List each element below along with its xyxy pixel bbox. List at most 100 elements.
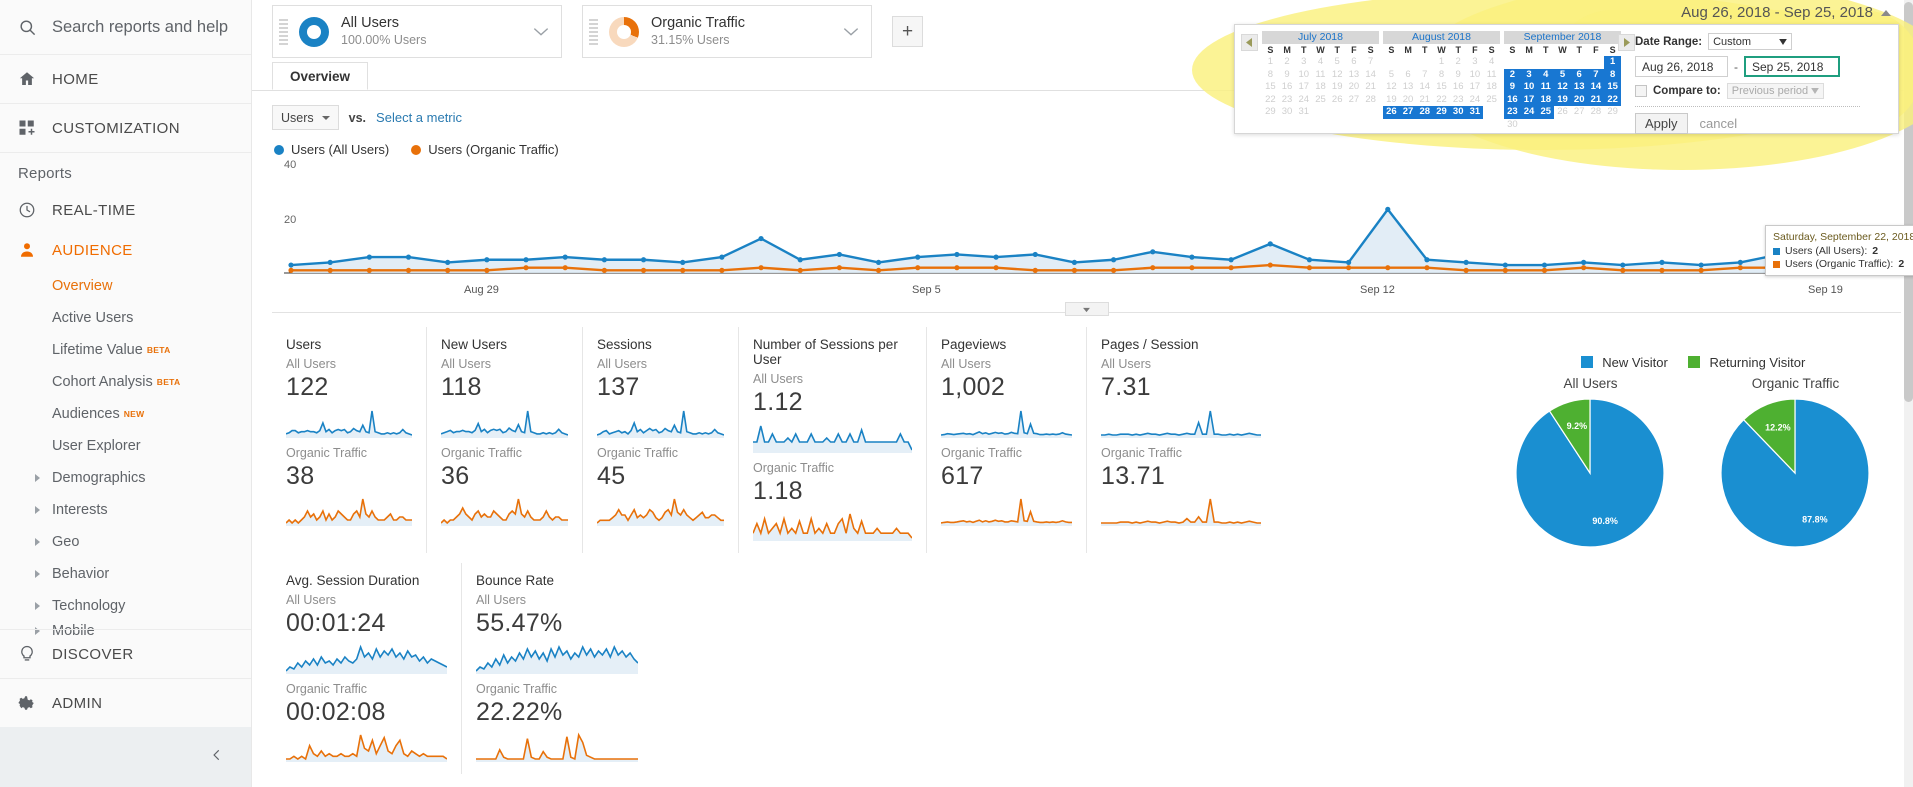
calendar-day[interactable]: 19 bbox=[1554, 93, 1571, 106]
end-date-input[interactable]: Sep 25, 2018 bbox=[1744, 56, 1840, 77]
calendar-day[interactable]: 25 bbox=[1483, 94, 1500, 107]
start-date-input[interactable]: Aug 26, 2018 bbox=[1635, 56, 1728, 77]
calendar-day[interactable]: 17 bbox=[1520, 93, 1538, 106]
sidebar-item-audience[interactable]: AUDIENCE bbox=[0, 230, 251, 270]
calendar-day[interactable]: 3 bbox=[1295, 56, 1312, 69]
calendar-day[interactable]: 16 bbox=[1450, 81, 1467, 94]
calendar-july-2018[interactable]: July 2018 SMTWTFS 1 2 3 4 5 6 7 8 9 10 11 12 13 14 15 1… bbox=[1262, 31, 1379, 119]
calendar-day[interactable]: 25 bbox=[1537, 106, 1555, 119]
calendar-day[interactable]: 26 bbox=[1554, 106, 1571, 119]
drag-handle-icon[interactable] bbox=[279, 18, 293, 45]
calendar-day[interactable]: 12 bbox=[1383, 81, 1400, 94]
sidebar-item-lifetime-value[interactable]: Lifetime Value BETA bbox=[0, 334, 251, 366]
calendar-day[interactable]: 30 bbox=[1449, 106, 1467, 119]
calendar-day[interactable]: 30 bbox=[1279, 106, 1296, 119]
search-reports-box[interactable]: Search reports and help bbox=[0, 0, 251, 55]
metric-card-pageviews[interactable]: Pageviews All Users 1,002 Organic Traffi… bbox=[927, 327, 1087, 553]
sidebar-item-discover[interactable]: DISCOVER bbox=[0, 629, 251, 678]
sidebar-item-admin[interactable]: ADMIN bbox=[0, 678, 251, 727]
calendar-day[interactable]: 27 bbox=[1399, 106, 1417, 119]
calendar-day[interactable]: 8 bbox=[1262, 69, 1279, 82]
calendar-day[interactable]: 31 bbox=[1466, 106, 1484, 119]
calendar-day[interactable]: 20 bbox=[1400, 94, 1417, 107]
tab-overview[interactable]: Overview bbox=[272, 62, 369, 90]
calendar-day[interactable]: 2 bbox=[1504, 68, 1521, 81]
page-scrollbar[interactable] bbox=[1904, 0, 1913, 787]
calendar-day[interactable]: 1 bbox=[1604, 56, 1621, 69]
calendar-day[interactable]: 20 bbox=[1570, 93, 1588, 106]
sidebar-item-user-explorer[interactable]: User Explorer bbox=[0, 430, 251, 462]
calendar-day[interactable]: 5 bbox=[1554, 68, 1571, 81]
calendar-day[interactable]: 15 bbox=[1262, 81, 1279, 94]
sidebar-item-geo[interactable]: Geo bbox=[0, 526, 251, 558]
calendar-day[interactable]: 23 bbox=[1504, 106, 1521, 119]
calendar-day[interactable]: 17 bbox=[1295, 81, 1312, 94]
chart-expand-handle[interactable] bbox=[1064, 302, 1109, 316]
calendar-day[interactable]: 16 bbox=[1279, 81, 1296, 94]
calendar-day[interactable]: 15 bbox=[1604, 81, 1621, 94]
calendar-day[interactable]: 18 bbox=[1312, 81, 1329, 94]
calendar-day[interactable]: 28 bbox=[1362, 94, 1379, 107]
calendar-day[interactable]: 3 bbox=[1467, 56, 1484, 69]
calendar-days[interactable]: 1 2 3 4 5 6 7 8 9 10 11 12 13 14 15 16 17 18 19 20 21 22 23 24 2… bbox=[1262, 56, 1379, 119]
chevron-down-icon[interactable] bbox=[843, 24, 859, 42]
apply-button[interactable]: Apply bbox=[1635, 113, 1688, 134]
chevron-down-icon[interactable] bbox=[533, 24, 549, 42]
calendar-day[interactable]: 29 bbox=[1262, 106, 1279, 119]
metric-card-sessions-per-user[interactable]: Number of Sessions per User All Users 1.… bbox=[739, 327, 927, 553]
calendar-prev-month-button[interactable] bbox=[1241, 34, 1258, 51]
calendar-day[interactable]: 22 bbox=[1604, 93, 1621, 106]
calendar-day[interactable]: 14 bbox=[1362, 69, 1379, 82]
metric-card-avg-session-duration[interactable]: Avg. Session Duration All Users 00:01:24… bbox=[272, 563, 462, 774]
calendar-day[interactable]: 5 bbox=[1329, 56, 1346, 69]
calendar-day[interactable]: 16 bbox=[1504, 93, 1521, 106]
calendar-next-month-button[interactable] bbox=[1618, 34, 1635, 51]
calendar-day[interactable]: 13 bbox=[1570, 81, 1588, 94]
calendar-day[interactable]: 15 bbox=[1433, 81, 1450, 94]
calendar-september-2018[interactable]: September 2018 SMTWTFS ......12345678910… bbox=[1504, 31, 1621, 131]
add-segment-button[interactable]: + bbox=[892, 16, 923, 47]
date-range-title[interactable]: Aug 26, 2018 - Sep 25, 2018 bbox=[1681, 4, 1891, 21]
sidebar-item-behavior[interactable]: Behavior bbox=[0, 558, 251, 590]
calendar-day[interactable]: 29 bbox=[1433, 106, 1450, 119]
calendar-day[interactable]: 23 bbox=[1450, 94, 1467, 107]
calendar-day[interactable]: 22 bbox=[1262, 94, 1279, 107]
cancel-link[interactable]: cancel bbox=[1700, 116, 1738, 131]
select-a-metric-link[interactable]: Select a metric bbox=[376, 110, 462, 125]
sidebar-item-customization[interactable]: CUSTOMIZATION bbox=[0, 104, 251, 153]
calendar-day[interactable]: 24 bbox=[1295, 94, 1312, 107]
calendar-day[interactable]: 4 bbox=[1537, 68, 1555, 81]
calendar-day[interactable]: 14 bbox=[1416, 81, 1433, 94]
calendar-day[interactable]: 28 bbox=[1588, 106, 1605, 119]
calendar-days[interactable]: ...1234567891011121314151617181920212223… bbox=[1383, 56, 1500, 119]
calendar-day[interactable]: 6 bbox=[1400, 69, 1417, 82]
calendar-august-2018[interactable]: August 2018 SMTWTFS ...12345678910111213… bbox=[1383, 31, 1500, 119]
calendar-day[interactable]: 4 bbox=[1483, 56, 1500, 69]
calendar-day[interactable]: 4 bbox=[1312, 56, 1329, 69]
calendar-day[interactable]: 2 bbox=[1450, 56, 1467, 69]
calendar-day[interactable]: 28 bbox=[1416, 106, 1434, 119]
calendar-day[interactable]: 10 bbox=[1520, 81, 1538, 94]
pie-chart-organic-traffic[interactable]: Organic Traffic 87.8% 12.2% bbox=[1698, 376, 1893, 560]
calendar-day[interactable]: 5 bbox=[1383, 69, 1400, 82]
calendar-day[interactable]: 2 bbox=[1279, 56, 1296, 69]
sidebar-item-audiences[interactable]: Audiences NEW bbox=[0, 398, 251, 430]
calendar-day[interactable]: 9 bbox=[1450, 69, 1467, 82]
segment-card-all-users[interactable]: All Users 100.00% Users bbox=[272, 5, 562, 58]
sidebar-item-demographics[interactable]: Demographics bbox=[0, 462, 251, 494]
calendar-day[interactable]: 13 bbox=[1346, 69, 1363, 82]
calendar-day[interactable]: 21 bbox=[1587, 93, 1605, 106]
sidebar-item-home[interactable]: HOME bbox=[0, 55, 251, 104]
calendar-day[interactable]: 10 bbox=[1467, 69, 1484, 82]
calendar-day[interactable]: 11 bbox=[1537, 81, 1555, 94]
segment-card-organic-traffic[interactable]: Organic Traffic 31.15% Users bbox=[582, 5, 872, 58]
sidebar-item-real-time[interactable]: REAL-TIME bbox=[0, 190, 251, 230]
timeseries-chart[interactable]: 40 20 Aug 29 Sep 5 Sep 12 Sep 19 bbox=[274, 159, 1904, 303]
calendar-day[interactable]: 21 bbox=[1362, 81, 1379, 94]
calendar-day[interactable]: 7 bbox=[1587, 68, 1605, 81]
calendar-day[interactable]: 27 bbox=[1346, 94, 1363, 107]
drag-handle-icon[interactable] bbox=[589, 18, 603, 45]
calendar-day[interactable]: 14 bbox=[1587, 81, 1605, 94]
calendar-day[interactable]: 19 bbox=[1329, 81, 1346, 94]
calendar-day[interactable]: 29 bbox=[1604, 106, 1621, 119]
